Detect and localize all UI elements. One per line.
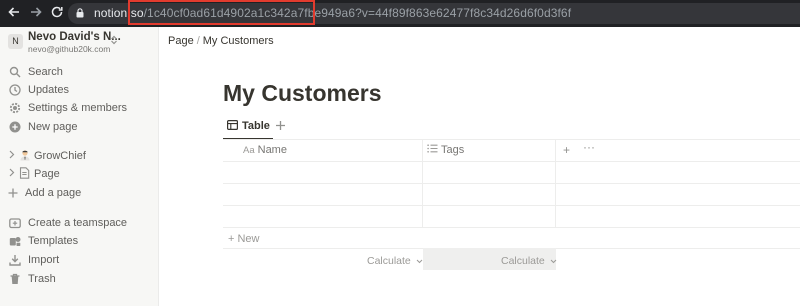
calculate-tags-button[interactable]: Calculate [501,255,557,267]
chevron-down-icon [550,259,557,264]
plus-icon [8,188,18,198]
search-icon [9,66,21,78]
tab-table-view[interactable]: Table [227,120,270,132]
import-icon [9,255,21,266]
breadcrumb-current[interactable]: My Customers [203,35,274,47]
document-icon [19,167,30,182]
tab-table-label: Table [242,120,270,132]
reload-button[interactable] [49,5,65,21]
clock-icon [9,84,21,96]
sidebar-page-label: GrowChief [34,150,86,162]
sidebar-item-trash[interactable]: Trash [0,270,159,288]
chevron-right-icon[interactable] [8,168,15,179]
sidebar-item-label: Templates [28,235,79,247]
forward-button[interactable] [28,5,44,21]
sidebar: N Nevo David's N... nevo@github20k.com S… [0,27,159,306]
table-icon [227,120,238,130]
column-header-label: Tags [441,144,465,156]
sidebar-item-templates[interactable]: Templates [0,232,159,250]
workspace-email: nevo@github20k.com [28,44,111,54]
sidebar-page-label: Page [34,168,60,180]
gear-icon [9,102,21,114]
divider [223,161,800,162]
calculate-name-button[interactable]: Calculate [367,255,423,267]
divider [422,139,423,227]
sidebar-item-label: New page [28,121,78,133]
more-options-button[interactable]: ··· [583,140,595,154]
sidebar-item-label: Updates [28,84,69,96]
arrow-right-icon [31,7,42,17]
sidebar-page-page[interactable]: Page [0,165,159,183]
templates-icon [9,237,21,246]
teamspace-icon [9,218,21,229]
person-emoji-icon [19,149,31,164]
reload-icon [51,6,63,18]
main-content: Page / My Customers My Customers Table Aa N… [159,27,800,306]
sidebar-item-search[interactable]: Search [0,63,159,81]
sidebar-item-label: Create a teamspace [28,217,128,229]
sidebar-page-growchief[interactable]: GrowChief [0,147,159,165]
column-header-name[interactable]: Aa Name [243,144,287,156]
sidebar-item-new-page[interactable]: New page [0,118,159,136]
breadcrumb-parent[interactable]: Page [168,35,194,47]
lock-icon[interactable] [76,8,84,18]
sidebar-add-page[interactable]: Add a page [0,184,159,202]
workspace-name: Nevo David's N... [28,31,121,43]
sidebar-item-settings[interactable]: Settings & members [0,99,159,117]
new-row-button[interactable]: + New [228,233,260,245]
text-type-icon: Aa [243,145,255,156]
divider [223,183,800,184]
sidebar-item-label: Import [28,254,60,266]
chevron-right-icon[interactable] [8,150,15,161]
workspace-avatar: N [8,34,23,49]
add-column-button[interactable]: + [563,143,570,157]
divider [223,139,800,140]
list-icon [427,144,438,153]
sidebar-item-label: Settings & members [28,102,128,114]
add-view-button[interactable] [275,118,286,134]
arrow-left-icon [8,7,19,17]
breadcrumb-separator: / [196,35,200,47]
browser-toolbar: notion.so/1c40cf0ad61d4902a1c342a7fbe949… [0,0,800,27]
plus-circle-icon [9,121,21,133]
back-button[interactable] [6,5,22,21]
sidebar-item-updates[interactable]: Updates [0,81,159,99]
divider [223,205,800,206]
breadcrumb: Page / My Customers [168,35,274,47]
page-title[interactable]: My Customers [223,80,381,107]
divider [555,139,556,227]
chevron-updown-icon [110,35,118,47]
chevron-down-icon [416,259,423,264]
calculate-label: Calculate [501,255,545,267]
sidebar-add-page-label: Add a page [25,187,82,199]
column-header-tags[interactable]: Tags [427,144,464,156]
calculate-label: Calculate [367,255,411,267]
url-id-highlight-box [128,0,315,25]
divider [223,227,800,228]
trash-icon [10,273,20,284]
column-header-label: Name [257,144,287,156]
sidebar-item-import[interactable]: Import [0,251,159,269]
plus-icon [276,121,285,130]
sidebar-item-label: Trash [28,273,56,285]
sidebar-item-label: Search [28,66,63,78]
sidebar-item-create-teamspace[interactable]: Create a teamspace [0,214,159,232]
